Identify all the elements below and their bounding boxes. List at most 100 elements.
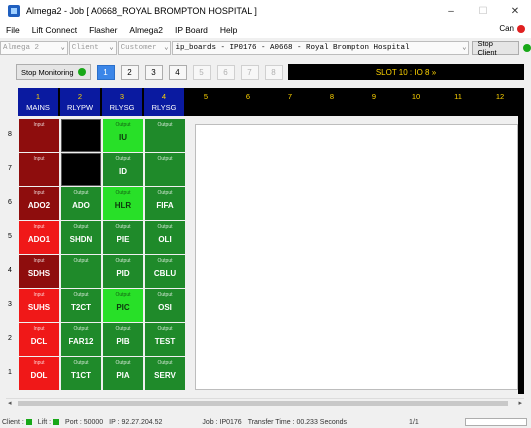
io-cell[interactable]: Output PIE (103, 221, 143, 254)
page-button-4[interactable]: 4 (168, 64, 187, 80)
io-cell[interactable]: Output PIA (103, 357, 143, 390)
io-cell-name: ADO1 (27, 235, 51, 244)
io-cell[interactable]: Output FAR12 (61, 323, 101, 356)
io-cell-name: DOL (30, 371, 48, 380)
io-cell[interactable]: Input DOL (19, 357, 59, 390)
io-cell[interactable]: Output PIB (103, 323, 143, 356)
board-select[interactable]: ip_boards - IP0176 - A0668 - Royal Bromp… (172, 41, 470, 55)
column-label: MAINS (26, 103, 50, 112)
io-cell-type: Input (33, 360, 45, 366)
page-button-2[interactable]: 2 (120, 64, 139, 80)
almega-select-value: Almega 2 (3, 44, 40, 52)
scroll-right-icon[interactable]: ▸ (518, 399, 522, 407)
io-cell[interactable]: Output OSI (145, 289, 185, 322)
io-cell-name: PIE (116, 235, 130, 244)
io-cell-type: Output (157, 360, 173, 366)
scrollbar-thumb[interactable] (18, 401, 508, 406)
selector-bar: Almega 2 ⌄ Client ⌄ Customer ⌄ ip_boards… (0, 39, 531, 57)
column-number: 8 (329, 92, 335, 101)
io-cell[interactable]: Output (61, 255, 101, 288)
minimize-button[interactable]: – (435, 0, 467, 22)
io-cell-type: Output (115, 326, 131, 332)
io-cell[interactable]: Output SHDN (61, 221, 101, 254)
io-cell-name: OLI (158, 235, 172, 244)
io-cell-name (19, 128, 59, 133)
io-cell[interactable]: Output PID (103, 255, 143, 288)
io-cell[interactable]: Output OLI (145, 221, 185, 254)
io-cell-type: Output (115, 224, 131, 230)
io-cell[interactable] (61, 153, 101, 186)
almega-select[interactable]: Almega 2 ⌄ (0, 41, 68, 55)
page-button-7: 7 (240, 64, 259, 80)
io-cell[interactable]: Input (19, 153, 59, 186)
column-number: 5 (203, 92, 209, 101)
io-cell[interactable]: Output IU (103, 119, 143, 152)
io-cell-type: Output (115, 190, 131, 196)
io-cell[interactable]: Output T1CT (61, 357, 101, 390)
window-title: Almega2 - Job [ A0668_ROYAL BROMPTON HOS… (26, 6, 257, 16)
io-cell-type: Output (157, 156, 173, 162)
io-cell-name: FAR12 (68, 337, 94, 346)
scroll-left-icon[interactable]: ◂ (8, 399, 12, 407)
close-button[interactable]: ✕ (499, 0, 531, 22)
io-cell-name: SERV (154, 371, 176, 380)
io-cell[interactable]: Output T2CT (61, 289, 101, 322)
stop-client-button[interactable]: Stop Client (472, 39, 520, 57)
menu-file[interactable]: File (0, 25, 26, 35)
io-cell-type (62, 120, 100, 123)
io-cell-type (62, 154, 100, 157)
io-cell-name: DCL (30, 337, 48, 346)
io-cell[interactable]: Output SERV (145, 357, 185, 390)
io-cell[interactable]: Output HLR (103, 187, 143, 220)
row-label: 2 (8, 335, 12, 342)
stop-monitoring-button[interactable]: Stop Monitoring (16, 64, 91, 80)
row-label: 5 (8, 233, 12, 240)
column-number: 2 (77, 92, 83, 101)
io-cell[interactable]: Output FIFA (145, 187, 185, 220)
column-header-5: 5 (186, 88, 226, 116)
io-cell[interactable]: Input SDHS (19, 255, 59, 288)
menu-ip-board[interactable]: IP Board (169, 25, 214, 35)
menu-almega2[interactable]: Almega2 (123, 25, 169, 35)
customer-select-value: Customer (120, 44, 157, 52)
io-cell[interactable]: Input ADO2 (19, 187, 59, 220)
column-header-10: 10 (396, 88, 436, 116)
io-cell[interactable]: Output ID (103, 153, 143, 186)
column-number: 1 (35, 92, 41, 101)
column-number: 4 (161, 92, 167, 101)
customer-select[interactable]: Customer ⌄ (117, 41, 172, 55)
io-cell[interactable] (61, 119, 101, 152)
io-cell[interactable]: Output PIC (103, 289, 143, 322)
page-button-3[interactable]: 3 (144, 64, 163, 80)
can-label: Can (499, 24, 514, 33)
io-cell[interactable]: Input (19, 119, 59, 152)
menu-lift-connect[interactable]: Lift Connect (26, 25, 83, 35)
slot-banner: SLOT 10 : IO 8 » (288, 64, 524, 80)
status-ip: IP : 92.27.204.52 (109, 418, 163, 426)
menu-flasher[interactable]: Flasher (83, 25, 123, 35)
io-cell[interactable]: Input DCL (19, 323, 59, 356)
io-cell[interactable]: Output ADO (61, 187, 101, 220)
chevron-down-icon: ⌄ (109, 44, 114, 52)
horizontal-scrollbar[interactable]: ◂ ▸ (6, 398, 524, 407)
maximize-button[interactable]: ☐ (467, 0, 499, 22)
io-cell[interactable]: Input ADO1 (19, 221, 59, 254)
grid-right-edge (518, 116, 524, 394)
window-controls: – ☐ ✕ (435, 0, 531, 22)
status-port: Port : 50000 (65, 418, 104, 426)
can-status-icon (517, 24, 525, 33)
io-cell[interactable]: Output (145, 153, 185, 186)
client-select[interactable]: Client ⌄ (68, 41, 117, 55)
io-cell[interactable]: Output CBLU (145, 255, 185, 288)
io-cell[interactable]: Output TEST (145, 323, 185, 356)
io-cell-name (145, 162, 185, 167)
status-bar: Client : Lift : Port : 50000 IP : 92.27.… (0, 416, 531, 428)
io-cell-type: Output (157, 292, 173, 298)
board-select-value: ip_boards - IP0176 - A0668 - Royal Bromp… (175, 44, 410, 52)
io-cell[interactable]: Output (145, 119, 185, 152)
column-number: 11 (454, 92, 462, 101)
menu-help[interactable]: Help (214, 25, 243, 35)
page-button-1[interactable]: 1 (96, 64, 115, 80)
io-cell[interactable]: Input SUHS (19, 289, 59, 322)
io-cell-type: Output (157, 190, 173, 196)
